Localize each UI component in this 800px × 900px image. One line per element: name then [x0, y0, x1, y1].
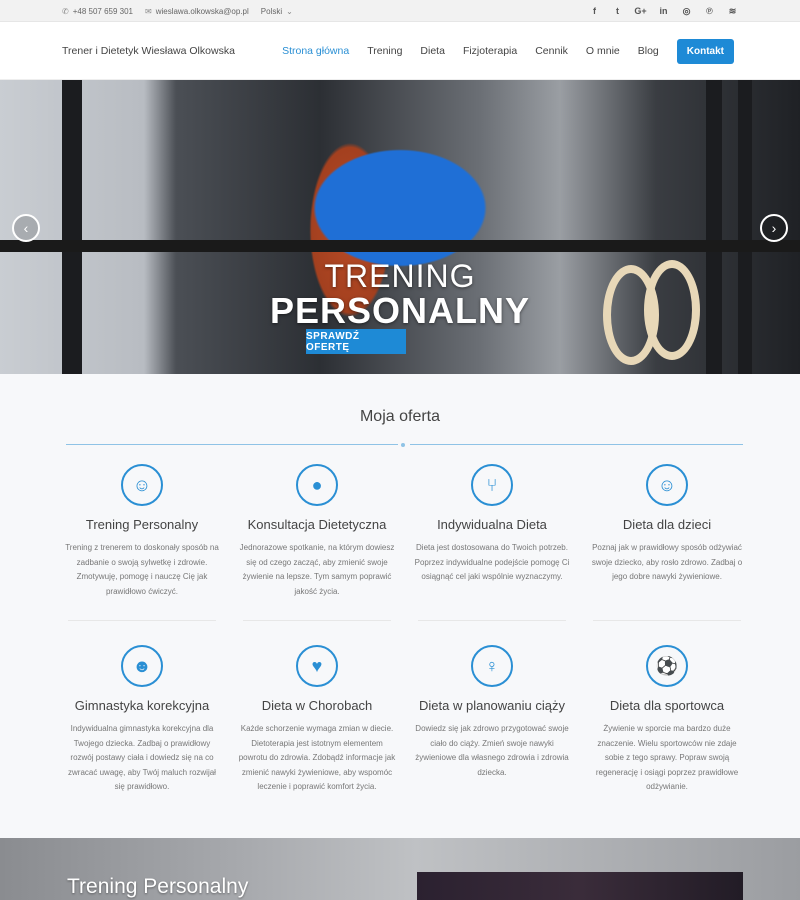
language-label: Polski — [260, 6, 283, 16]
nav-item-o-mnie[interactable]: O mnie — [586, 45, 620, 57]
chat-bubble-icon: ● — [296, 464, 338, 506]
offer-card-title: Konsultacja Dietetyczna — [247, 517, 387, 532]
divider-dot — [401, 443, 405, 447]
nav-item-cennik[interactable]: Cennik — [535, 45, 568, 57]
offer-card[interactable]: ♥ Dieta w Chorobach Każde schorzenie wym… — [237, 645, 397, 795]
offer-card-text: Jednorazowe spotkanie, na którym dowiesz… — [239, 543, 395, 596]
card-separator — [418, 620, 566, 621]
offer-card[interactable]: ☺ Trening Personalny Trening z trenerem … — [62, 464, 222, 599]
hero-title-line2: PERSONALNY — [269, 290, 531, 331]
main-navbar: Trener i Dietetyk Wiesława Olkowska Stro… — [0, 22, 800, 80]
main-menu: Strona główna Trening Dieta Fizjoterapia… — [282, 22, 734, 80]
offer-card[interactable]: ☺ Dieta dla dzieci Poznaj jak w prawidło… — [587, 464, 747, 585]
google-plus-icon[interactable]: G+ — [634, 6, 646, 17]
phone-contact[interactable]: ✆ +48 507 659 301 — [62, 7, 133, 16]
social-links: f t G+ in ◎ ℗ ≋ — [589, 0, 738, 22]
contact-info: ✆ +48 507 659 301 ✉ wieslawa.olkowska@op… — [62, 0, 293, 22]
nav-item-dieta[interactable]: Dieta — [420, 45, 445, 57]
top-bar: ✆ +48 507 659 301 ✉ wieslawa.olkowska@op… — [0, 0, 800, 22]
email-address: wieslawa.olkowska@op.pl — [155, 6, 249, 16]
slider-next-arrow-icon[interactable]: › — [760, 214, 788, 242]
offer-card-text: Trening z trenerem to doskonały sposób n… — [65, 543, 219, 596]
chevron-down-icon: ⌄ — [286, 6, 293, 16]
section-photo — [417, 872, 743, 900]
contact-button[interactable]: Kontakt — [676, 38, 734, 64]
offer-section: Moja oferta ☺ Trening Personalny Trening… — [0, 374, 800, 838]
offer-card-title: Dieta dla sportowca — [609, 698, 725, 713]
person-icon: ☺ — [121, 464, 163, 506]
offer-card-title: Indywidualna Dieta — [437, 517, 547, 532]
fork-knife-icon: ⑂ — [471, 464, 513, 506]
card-separator — [243, 620, 391, 621]
offer-card-text: Dowiedz się jak zdrowo przygotować swoje… — [415, 724, 569, 777]
card-separator — [68, 620, 216, 621]
offer-card-title: Dieta dla dzieci — [622, 517, 712, 532]
language-select[interactable]: Polski ⌄ — [261, 7, 293, 16]
child-icon: ☺ — [646, 464, 688, 506]
envelope-icon: ✉ — [144, 6, 152, 16]
offer-card-text: Indywidualna gimnastyka korekcyjna dla T… — [68, 724, 216, 791]
offer-card[interactable]: ☻ Gimnastyka korekcyjna Indywidualna gim… — [62, 645, 222, 795]
twitter-icon[interactable]: t — [612, 6, 623, 17]
nav-item-blog[interactable]: Blog — [638, 45, 659, 57]
soccer-ball-icon: ⚽ — [646, 645, 688, 687]
site-brand[interactable]: Trener i Dietetyk Wiesława Olkowska — [62, 22, 235, 80]
instagram-icon[interactable]: ◎ — [681, 6, 692, 17]
offer-card-title: Dieta w planowaniu ciąży — [419, 698, 565, 713]
offer-card-text: Żywienie w sporcie ma bardzo duże znacze… — [595, 724, 739, 791]
offer-card[interactable]: ♀ Dieta w planowaniu ciąży Dowiedz się j… — [412, 645, 572, 780]
facebook-icon[interactable]: f — [589, 6, 600, 17]
offer-card-text: Dieta jest dostosowana do Twoich potrzeb… — [414, 543, 570, 581]
offer-card[interactable]: ⚽ Dieta dla sportowca Żywienie w sporcie… — [587, 645, 747, 795]
section-title: Moja oferta — [359, 408, 441, 425]
pregnant-icon: ♀ — [471, 645, 513, 687]
offer-card[interactable]: ● Konsultacja Dietetyczna Jednorazowe sp… — [237, 464, 397, 599]
offer-card-title: Dieta w Chorobach — [261, 698, 373, 713]
card-separator — [593, 620, 741, 621]
section-title: Trening Personalny — [67, 875, 249, 898]
nav-item-trening[interactable]: Trening — [367, 45, 402, 57]
offer-card-text: Każde schorzenie wymaga zmian w diecie. … — [238, 724, 396, 791]
linkedin-icon[interactable]: in — [658, 6, 669, 17]
offer-card[interactable]: ⑂ Indywidualna Dieta Dieta jest dostosow… — [412, 464, 572, 585]
heartbeat-icon: ♥ — [296, 645, 338, 687]
offer-card-title: Gimnastyka korekcyjna — [74, 698, 210, 713]
hero-cta-button[interactable]: SPRAWDŹ OFERTĘ — [306, 329, 406, 354]
nav-item-home[interactable]: Strona główna — [282, 45, 349, 57]
phone-icon: ✆ — [62, 6, 69, 16]
nav-item-fizjoterapia[interactable]: Fizjoterapia — [463, 45, 517, 57]
barbell — [0, 240, 800, 252]
rss-icon[interactable]: ≋ — [727, 6, 738, 17]
email-contact[interactable]: ✉ wieslawa.olkowska@op.pl — [145, 7, 249, 16]
offer-card-text: Poznaj jak w prawidłowy sposób odżywiać … — [591, 543, 743, 581]
hero-slider: ‹ › TRENING PERSONALNY SPRAWDŹ OFERTĘ — [0, 80, 800, 374]
child-face-icon: ☻ — [121, 645, 163, 687]
offer-card-title: Trening Personalny — [85, 517, 199, 532]
divider — [410, 444, 743, 445]
divider — [66, 444, 398, 445]
personal-training-section: Trening Personalny — [0, 838, 800, 900]
pinterest-icon[interactable]: ℗ — [704, 6, 715, 17]
slider-prev-arrow-icon[interactable]: ‹ — [12, 214, 40, 242]
phone-number: +48 507 659 301 — [72, 6, 133, 16]
